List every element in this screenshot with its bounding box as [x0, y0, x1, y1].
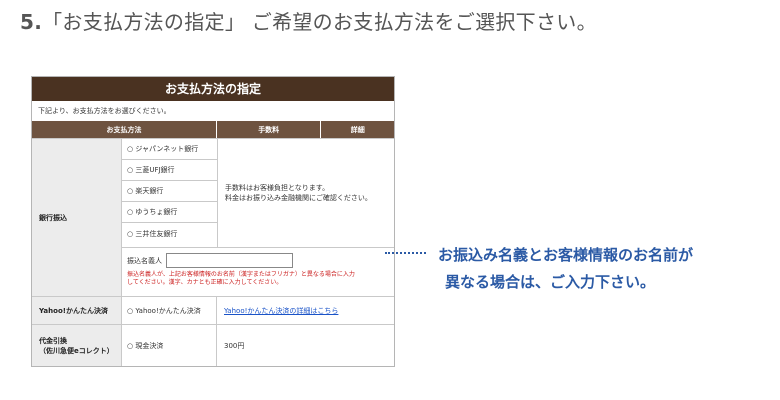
bank-option-label: ゆうちょ銀行: [135, 208, 178, 216]
step-number: 5.: [20, 10, 43, 34]
bank-list: ○ ジャパンネット銀行 ○ 三菱UFJ銀行 ○ 楽天銀行 ○ ゆうちょ銀行 ○ …: [122, 139, 218, 247]
callout-note: お振込み名義とお客様情報のお名前が 異なる場合は、ご入力下さい。: [438, 242, 693, 296]
bank-transfer-label: 銀行振込: [32, 139, 122, 296]
cod-row: 代金引換 （佐川急便eコレクト） ○ 現金決済 300円: [32, 324, 394, 366]
payer-name-input[interactable]: [166, 253, 293, 268]
panel-intro: 下記より、お支払方法をお選びください。: [38, 107, 171, 115]
cod-option[interactable]: ○ 現金決済: [122, 325, 217, 366]
bank-option-yucho[interactable]: ○ ゆうちょ銀行: [122, 202, 217, 223]
bank-option-label: ジャパンネット銀行: [135, 145, 199, 153]
bank-option-mufg[interactable]: ○ 三菱UFJ銀行: [122, 160, 217, 181]
payer-warning-line2: してください。漢字、カナとも正確に入力してください。: [127, 279, 283, 286]
bank-option-smbc[interactable]: ○ 三井住友銀行: [122, 223, 217, 244]
cod-label-line1: 代金引換: [39, 337, 67, 345]
header-payment-method: お支払方法: [32, 121, 217, 138]
bank-fee-note-line1: 手数料はお客様負担となります。: [225, 184, 330, 192]
payer-name-section: 振込名義人 振込名義人が、上記お客様情報のお名前（漢字またはフリガナ）と異なる場…: [122, 247, 394, 295]
header-details: 詳細: [350, 125, 365, 134]
callout-dotted-leader: [385, 252, 426, 254]
bank-transfer-row: 銀行振込 ○ ジャパンネット銀行 ○ 三菱UFJ銀行 ○ 楽天銀行 ○ ゆうちょ…: [32, 138, 394, 296]
bank-option-label: 三菱UFJ銀行: [135, 166, 175, 174]
bank-option-label: 三井住友銀行: [135, 229, 178, 238]
cod-fee: 300円: [224, 342, 245, 350]
cod-option-label: 現金決済: [135, 342, 164, 350]
bank-fee-note: 手数料はお客様負担となります。 料金はお振り込み金融機関にご確認ください。: [218, 139, 394, 247]
panel-title: お支払方法の指定: [32, 77, 394, 101]
yahoo-row: Yahoo!かんたん決済 ○ Yahoo!かんたん決済 Yahoo!かんたん決済…: [32, 296, 394, 324]
bank-transfer-options: ○ ジャパンネット銀行 ○ 三菱UFJ銀行 ○ 楽天銀行 ○ ゆうちょ銀行 ○ …: [122, 139, 394, 296]
yahoo-option[interactable]: ○ Yahoo!かんたん決済: [122, 297, 217, 324]
table-header: お支払方法 手数料 詳細: [32, 121, 394, 138]
yahoo-detail: Yahoo!かんたん決済の詳細はこちら: [217, 297, 394, 324]
page-heading: 5.「お支払方法の指定」 ご希望のお支払方法をご選択下さい。: [20, 6, 597, 35]
bank-option-japannet[interactable]: ○ ジャパンネット銀行: [122, 139, 217, 160]
step-title: 「お支払方法の指定」 ご希望のお支払方法をご選択下さい。: [42, 10, 597, 34]
payer-name-warning: 振込名義人が、上記お客様情報のお名前（漢字またはフリガナ）と異なる場合に入力 し…: [127, 271, 389, 287]
payer-name-label: 振込名義人: [127, 256, 162, 265]
callout-line2: 異なる場合は、ご入力下さい。: [445, 273, 656, 291]
bank-option-label: 楽天銀行: [135, 187, 164, 195]
bank-fee-note-line2: 料金はお振り込み金融機関にご確認ください。: [225, 194, 372, 202]
bank-option-rakuten[interactable]: ○ 楽天銀行: [122, 181, 217, 202]
payer-warning-line1: 振込名義人が、上記お客様情報のお名前（漢字またはフリガナ）と異なる場合に入力: [127, 271, 355, 278]
yahoo-label: Yahoo!かんたん決済: [32, 297, 122, 324]
cod-label-line2: （佐川急便eコレクト）: [39, 347, 114, 355]
payment-method-panel: お支払方法の指定 下記より、お支払方法をお選びください。 お支払方法 手数料 詳…: [31, 76, 395, 367]
yahoo-details-link[interactable]: Yahoo!かんたん決済の詳細はこちら: [224, 306, 338, 316]
cod-label: 代金引換 （佐川急便eコレクト）: [32, 325, 122, 366]
yahoo-option-label: Yahoo!かんたん決済: [135, 306, 201, 315]
header-fee: 手数料: [217, 121, 322, 138]
callout-line1: お振込み名義とお客様情報のお名前が: [438, 246, 694, 264]
